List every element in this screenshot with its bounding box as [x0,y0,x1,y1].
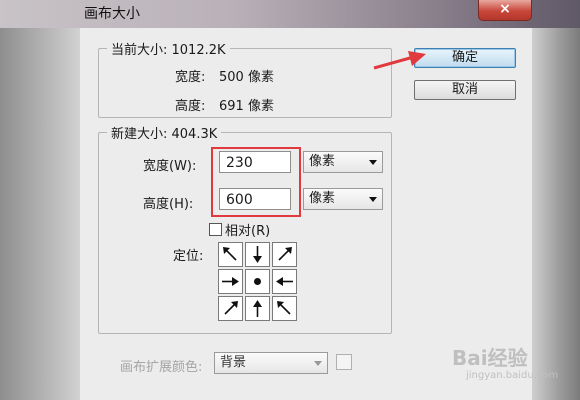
width-unit-value: 像素 [309,154,336,169]
anchor-bottom-left[interactable] [218,296,243,321]
dropdown-arrow-icon [369,160,377,165]
width-unit-select[interactable]: 像素 [303,151,383,173]
new-size-legend: 新建大小: 404.3K [107,123,222,142]
current-height-label: 高度: [175,99,206,114]
watermark-text: Bai经验 [452,346,528,370]
anchor-arrow-icon [276,277,293,286]
height-unit-select[interactable]: 像素 [303,188,383,210]
anchor-grid [218,242,297,321]
anchor-center[interactable] [245,269,270,294]
anchor-bottom-right[interactable] [272,296,297,321]
new-height-label: 高度(H): [143,197,194,212]
dropdown-arrow-icon [314,361,322,366]
relative-label: 相对(R) [225,224,271,239]
relative-checkbox[interactable] [209,223,222,236]
anchor-right[interactable] [272,269,297,294]
current-width-label: 宽度: [175,70,206,85]
canvas-extension-color-value: 背景 [220,355,247,370]
annotation-arrow-icon [373,51,426,70]
anchor-top[interactable] [245,242,270,267]
anchor-arrow-icon [224,301,238,315]
canvas-extension-color-label: 画布扩展颜色: [120,360,203,375]
new-width-label: 宽度(W): [143,159,197,174]
window-title: 画布大小 [84,6,140,22]
anchor-arrow-icon [253,246,262,263]
color-swatch[interactable] [336,354,352,370]
anchor-left[interactable] [218,269,243,294]
anchor-arrow-icon [277,301,291,315]
current-size-legend: 当前大小: 1012.2K [107,39,230,58]
background-left [0,28,80,400]
anchor-center-dot-icon [254,278,261,285]
title-bar: 画布大小 × [0,0,580,28]
dropdown-arrow-icon [369,197,377,202]
anchor-top-left[interactable] [218,242,243,267]
anchor-arrow-icon [223,247,237,261]
watermark-subtext: jingyan.baidu.com [466,370,559,381]
cancel-button[interactable]: 取消 [414,80,516,100]
anchor-bottom[interactable] [245,296,270,321]
anchor-label: 定位: [173,249,204,264]
anchor-arrow-icon [278,247,292,261]
current-width-value: 500 像素 [219,70,274,85]
current-size-group: 当前大小: 1012.2K 宽度: 500 像素 高度: 691 像素 [98,39,392,118]
close-button[interactable]: × [478,0,532,21]
height-unit-value: 像素 [309,191,336,206]
anchor-arrow-icon [222,277,239,286]
canvas-extension-color-select[interactable]: 背景 [214,352,328,374]
anchor-arrow-icon [253,300,262,317]
baidu-watermark: Bai经验 jingyan.baidu.com [452,340,572,400]
current-height-value: 691 像素 [219,99,274,114]
close-icon: × [499,1,511,17]
anchor-top-right[interactable] [272,242,297,267]
annotation-highlight-box [211,147,301,217]
